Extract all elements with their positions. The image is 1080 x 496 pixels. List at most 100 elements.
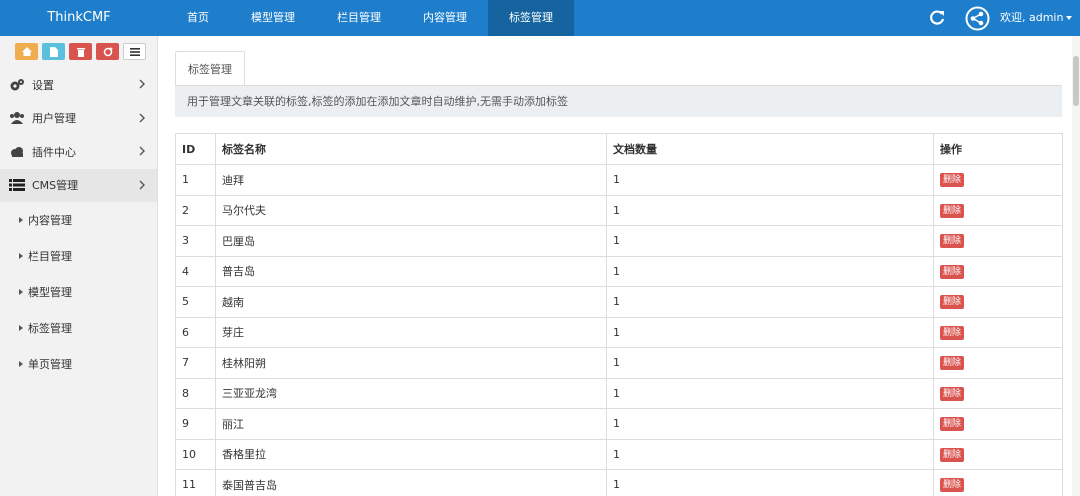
caret-right-icon [19, 361, 23, 367]
sidebar-item-users[interactable]: 用户管理 [0, 102, 157, 136]
cell-id: 9 [175, 408, 216, 440]
chevron-right-icon [139, 180, 145, 189]
table-row: 9 丽江 1 删除 [175, 408, 1063, 440]
home-icon [21, 47, 32, 56]
cell-doc-count: 1 [606, 286, 934, 318]
cell-id: 3 [175, 225, 216, 257]
recycle-shortcut-button[interactable] [96, 43, 119, 60]
cell-doc-count: 1 [606, 164, 934, 196]
page-scrollbar[interactable] [1072, 36, 1080, 496]
tags-table: ID 标签名称 文档数量 操作 1 迪拜 1 删除 2 马尔代夫 1 删除 3 巴厘岛 1 删除 4 普吉… [175, 133, 1063, 496]
main-nav: 首页 模型管理 栏目管理 内容管理 标签管理 [166, 0, 574, 36]
list-icon [129, 47, 140, 56]
recycle-icon [103, 46, 113, 56]
table-row: 6 芽庄 1 删除 [175, 316, 1063, 348]
table-row: 3 巴厘岛 1 删除 [175, 225, 1063, 257]
cell-actions: 删除 [933, 194, 1063, 226]
cell-tag-name: 香格里拉 [215, 438, 607, 470]
chevron-right-icon [139, 79, 145, 89]
cell-id: 5 [175, 286, 216, 318]
gears-icon [9, 78, 25, 92]
table-row: 5 越南 1 删除 [175, 286, 1063, 318]
sidebar-subitem-pages[interactable]: 单页管理 [0, 346, 157, 382]
delete-button[interactable]: 删除 [940, 417, 965, 432]
column-header-id: ID [175, 133, 216, 165]
cell-id: 11 [175, 469, 216, 496]
avatar-icon[interactable] [965, 6, 990, 31]
info-notice: 用于管理文章关联的标签,标签的添加在添加文章时自动维护,无需手动添加标签 [175, 86, 1062, 117]
home-shortcut-button[interactable] [15, 43, 38, 60]
cell-doc-count: 1 [606, 316, 934, 348]
nav-model-management[interactable]: 模型管理 [230, 0, 316, 36]
caret-right-icon [19, 289, 23, 295]
cell-id: 2 [175, 194, 216, 226]
cell-doc-count: 1 [606, 377, 934, 409]
sidebar-item-label: 设置 [32, 78, 54, 92]
brand-logo[interactable]: ThinkCMF [0, 0, 158, 36]
delete-button[interactable]: 删除 [940, 478, 965, 493]
delete-button[interactable]: 删除 [940, 356, 965, 371]
trash-icon [76, 47, 85, 57]
sidebar: 设置 用户管理 插件中心 CMS管理 内容管理 栏目管理 模型管理 标签管理 单… [0, 36, 158, 496]
cell-tag-name: 迪拜 [215, 164, 607, 196]
file-shortcut-button[interactable] [42, 43, 65, 60]
user-menu[interactable]: 欢迎, admin [1000, 0, 1073, 36]
caret-right-icon [19, 217, 23, 223]
cell-actions: 删除 [933, 469, 1063, 496]
cell-tag-name: 马尔代夫 [215, 194, 607, 226]
cell-actions: 删除 [933, 347, 1063, 379]
nav-home[interactable]: 首页 [166, 0, 230, 36]
cloud-icon [9, 145, 25, 159]
cell-id: 7 [175, 347, 216, 379]
delete-button[interactable]: 删除 [940, 234, 965, 249]
column-header-name: 标签名称 [215, 133, 607, 165]
sidebar-item-cms[interactable]: CMS管理 [0, 168, 157, 202]
sidebar-subitem-tags[interactable]: 标签管理 [0, 310, 157, 346]
cell-tag-name: 巴厘岛 [215, 225, 607, 257]
cell-doc-count: 1 [606, 347, 934, 379]
cell-tag-name: 芽庄 [215, 316, 607, 348]
delete-button[interactable]: 删除 [940, 325, 965, 340]
sidebar-item-label: 用户管理 [32, 112, 76, 126]
delete-button[interactable]: 删除 [940, 447, 965, 462]
sidebar-item-settings[interactable]: 设置 [0, 68, 157, 102]
refresh-icon[interactable] [928, 9, 946, 27]
cell-id: 8 [175, 377, 216, 409]
table-row: 8 三亚亚龙湾 1 删除 [175, 377, 1063, 409]
cell-tag-name: 三亚亚龙湾 [215, 377, 607, 409]
chevron-right-icon [139, 113, 145, 122]
trash-shortcut-button[interactable] [69, 43, 92, 60]
sidebar-subitem-model[interactable]: 模型管理 [0, 274, 157, 310]
table-row: 7 桂林阳朔 1 删除 [175, 347, 1063, 379]
cell-doc-count: 1 [606, 255, 934, 287]
cell-actions: 删除 [933, 408, 1063, 440]
sidebar-subitem-content[interactable]: 内容管理 [0, 202, 157, 238]
table-row: 1 迪拜 1 删除 [175, 164, 1063, 196]
cell-actions: 删除 [933, 286, 1063, 318]
cell-tag-name: 普吉岛 [215, 255, 607, 287]
delete-button[interactable]: 删除 [940, 173, 965, 188]
table-row: 4 普吉岛 1 删除 [175, 255, 1063, 287]
delete-button[interactable]: 删除 [940, 264, 965, 279]
cell-id: 1 [175, 164, 216, 196]
column-header-actions: 操作 [933, 133, 1063, 165]
table-row: 10 香格里拉 1 删除 [175, 438, 1063, 470]
column-header-count: 文档数量 [606, 133, 934, 165]
table-row: 2 马尔代夫 1 删除 [175, 194, 1063, 226]
list-shortcut-button[interactable] [123, 43, 146, 60]
table-row: 11 泰国普吉岛 1 删除 [175, 469, 1063, 496]
nav-tag-management[interactable]: 标签管理 [488, 0, 574, 36]
nav-content-management[interactable]: 内容管理 [402, 0, 488, 36]
sidebar-subitem-label: 标签管理 [28, 322, 72, 335]
cell-actions: 删除 [933, 377, 1063, 409]
sidebar-subitem-category[interactable]: 栏目管理 [0, 238, 157, 274]
nav-category-management[interactable]: 栏目管理 [316, 0, 402, 36]
delete-button[interactable]: 删除 [940, 295, 965, 310]
delete-button[interactable]: 删除 [940, 203, 965, 218]
scrollbar-thumb[interactable] [1073, 56, 1079, 106]
sidebar-item-plugins[interactable]: 插件中心 [0, 135, 157, 169]
users-icon [9, 111, 25, 125]
list-icon [9, 178, 25, 192]
tab-tag-management[interactable]: 标签管理 [175, 51, 245, 86]
delete-button[interactable]: 删除 [940, 386, 965, 401]
